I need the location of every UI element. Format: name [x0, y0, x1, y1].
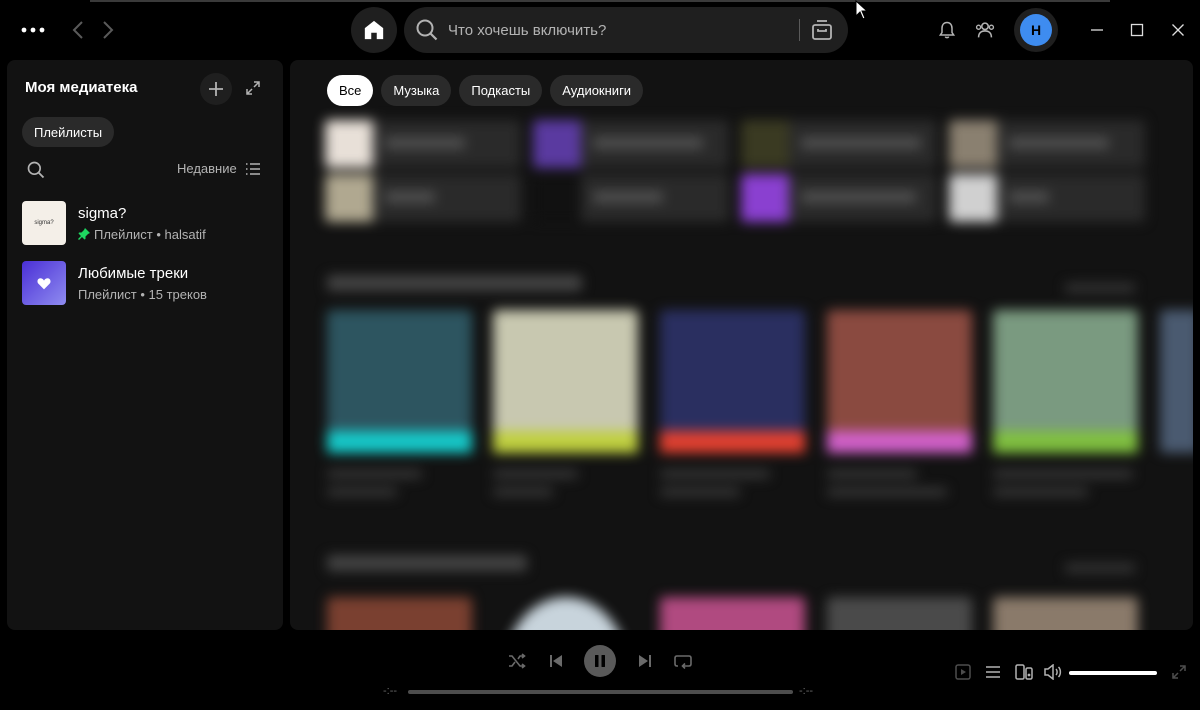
liked-songs-cover — [22, 261, 66, 305]
playlist-subtitle: Плейлист • halsatif — [94, 226, 206, 242]
quick-tile[interactable] — [533, 174, 729, 222]
card-text-placeholder — [827, 488, 947, 496]
library-search-icon[interactable] — [26, 160, 48, 182]
album-card[interactable] — [660, 310, 805, 453]
home-icon — [364, 20, 384, 40]
volume-slider[interactable] — [1069, 671, 1157, 675]
card-text-placeholder — [993, 488, 1088, 496]
sort-button[interactable]: Недавние — [177, 161, 261, 176]
volume-icon[interactable] — [1042, 661, 1064, 683]
window-minimize-icon[interactable] — [1085, 18, 1109, 42]
create-playlist-button[interactable] — [200, 73, 232, 105]
shelf-title-placeholder — [327, 275, 582, 291]
library-item-liked-songs[interactable]: Любимые треки Плейлист • 15 треков — [15, 255, 275, 311]
player-bar: -:-- -:-- — [0, 637, 1200, 710]
window-top-line — [90, 0, 1110, 2]
album-card[interactable] — [493, 310, 638, 453]
search-divider — [799, 19, 800, 41]
show-all-placeholder[interactable] — [1065, 563, 1135, 573]
search-input[interactable] — [448, 7, 788, 53]
mouse-cursor-icon — [855, 0, 869, 20]
more-options-icon[interactable] — [18, 18, 48, 42]
library-item-sigma[interactable]: sigma? sigma? Плейлист • halsatif — [15, 195, 275, 251]
friend-activity-icon[interactable] — [973, 18, 997, 42]
library-sidebar: Моя медиатека Плейлисты Недавние sigma? … — [7, 60, 283, 630]
album-card[interactable] — [327, 597, 472, 630]
album-card[interactable] — [827, 597, 972, 630]
window-maximize-icon[interactable] — [1125, 18, 1149, 42]
playlist-cover-text: sigma? — [34, 220, 54, 226]
card-text-placeholder — [993, 470, 1133, 478]
elapsed-time: -:-- — [383, 685, 398, 697]
play-pause-button[interactable] — [584, 645, 616, 677]
card-text-placeholder — [327, 470, 422, 478]
album-card[interactable] — [993, 597, 1138, 630]
top-bar: H — [0, 0, 1200, 60]
list-view-icon — [245, 162, 260, 175]
filter-chip-playlists[interactable]: Плейлисты — [22, 117, 115, 147]
pin-icon — [78, 228, 90, 240]
artist-card[interactable] — [505, 597, 627, 630]
quick-tile[interactable] — [741, 174, 937, 222]
album-card[interactable] — [993, 310, 1138, 453]
connect-device-icon[interactable] — [1013, 661, 1035, 683]
playlist-name: sigma? — [78, 204, 127, 222]
playback-progress-bar[interactable] — [408, 690, 793, 694]
quick-tile[interactable] — [325, 174, 521, 222]
forward-arrow-icon[interactable] — [96, 18, 120, 42]
search-icon — [415, 18, 439, 42]
card-text-placeholder — [327, 488, 397, 496]
queue-icon[interactable] — [982, 661, 1004, 683]
browse-icon[interactable] — [810, 18, 834, 42]
user-avatar-button[interactable]: H — [1014, 8, 1058, 52]
search-bar — [404, 7, 848, 53]
quick-tile[interactable] — [949, 174, 1145, 222]
home-button[interactable] — [351, 7, 397, 53]
album-card[interactable] — [660, 597, 805, 630]
window-close-icon[interactable] — [1166, 18, 1190, 42]
album-card[interactable] — [827, 310, 972, 453]
fullscreen-icon[interactable] — [1168, 661, 1190, 683]
heart-icon — [37, 277, 51, 289]
quick-tile[interactable] — [325, 120, 521, 168]
filter-chip-audiobooks[interactable]: Аудиокниги — [550, 75, 644, 106]
previous-track-icon[interactable] — [544, 649, 568, 673]
quick-tile[interactable] — [741, 120, 937, 168]
quick-tile[interactable] — [533, 120, 729, 168]
playlist-name: Любимые треки — [78, 264, 189, 282]
shelf-title-placeholder — [327, 555, 527, 571]
card-text-placeholder — [827, 470, 917, 478]
pause-icon — [595, 655, 605, 667]
library-title[interactable]: Моя медиатека — [25, 79, 137, 96]
playlist-subtitle: Плейлист • 15 треков — [78, 286, 207, 302]
playlist-cover: sigma? — [22, 201, 66, 245]
avatar: H — [1020, 14, 1052, 46]
plus-icon — [209, 82, 223, 96]
repeat-icon[interactable] — [671, 649, 695, 673]
main-content: Все Музыка Подкасты Аудиокниги — [290, 60, 1193, 630]
shuffle-icon[interactable] — [505, 649, 529, 673]
album-card[interactable] — [327, 310, 472, 453]
filter-chip-all[interactable]: Все — [327, 75, 374, 106]
total-time: -:-- — [799, 685, 814, 697]
notifications-bell-icon[interactable] — [935, 18, 959, 42]
quick-tile[interactable] — [949, 120, 1145, 168]
next-track-icon[interactable] — [633, 649, 657, 673]
blurred-recommendations — [290, 110, 1193, 630]
show-all-placeholder[interactable] — [1065, 283, 1135, 293]
back-arrow-icon[interactable] — [66, 18, 90, 42]
expand-library-icon[interactable] — [240, 75, 266, 101]
content-filter-tabs: Все Музыка Подкасты Аудиокниги — [327, 75, 644, 106]
card-text-placeholder — [493, 470, 578, 478]
card-text-placeholder — [660, 488, 740, 496]
card-text-placeholder — [660, 470, 770, 478]
album-card[interactable] — [1160, 310, 1193, 453]
now-playing-view-icon[interactable] — [952, 661, 974, 683]
card-text-placeholder — [493, 488, 553, 496]
filter-chip-podcasts[interactable]: Подкасты — [459, 75, 543, 106]
sort-label: Недавние — [177, 161, 237, 176]
filter-chip-music[interactable]: Музыка — [381, 75, 452, 106]
